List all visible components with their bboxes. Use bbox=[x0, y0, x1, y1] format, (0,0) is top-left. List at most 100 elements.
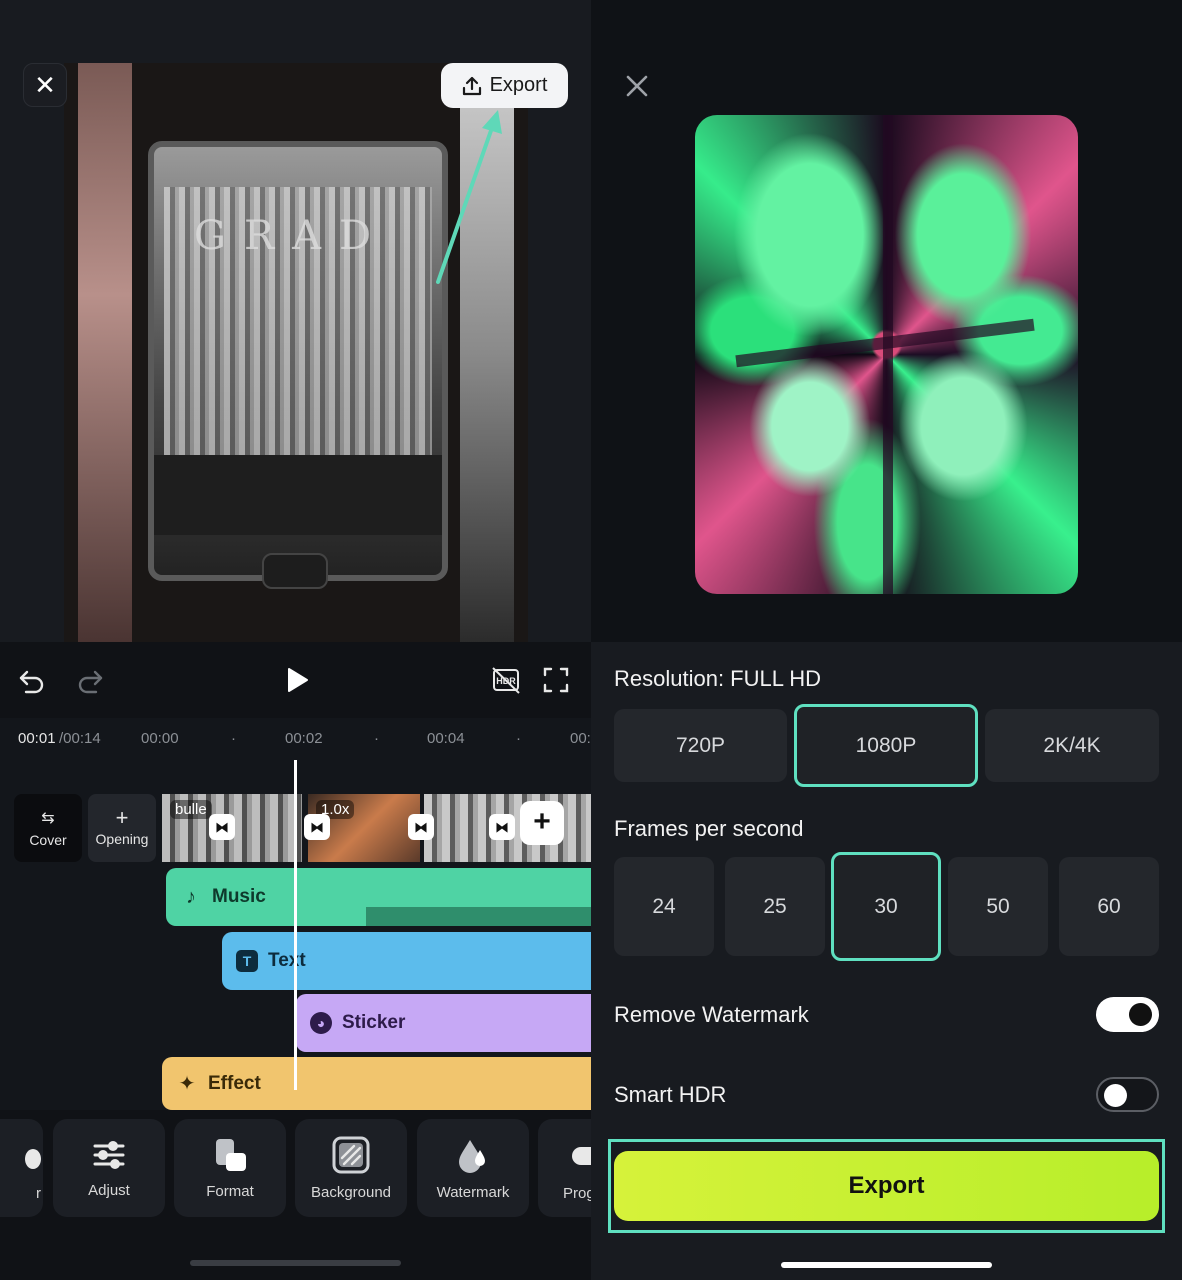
music-track[interactable]: ♪ Music bbox=[166, 868, 591, 926]
background-icon bbox=[332, 1136, 370, 1173]
plus-icon: + bbox=[533, 805, 551, 838]
playhead[interactable] bbox=[294, 760, 297, 1090]
preview-photo-frame: GRAD bbox=[148, 141, 448, 581]
tool-partial-label: r bbox=[36, 1185, 41, 1202]
export-options: Resolution: FULL HD 720P 1080P 2K/4K Fra… bbox=[591, 642, 1182, 1280]
sliders-icon bbox=[93, 1140, 125, 1169]
music-waveform bbox=[366, 894, 591, 926]
plus-icon: + bbox=[115, 805, 129, 830]
resolution-option-2k4k[interactable]: 2K/4K bbox=[985, 709, 1159, 782]
effect-track[interactable]: ✦ Effect bbox=[162, 1057, 591, 1110]
fps-option-24[interactable]: 24 bbox=[614, 857, 714, 956]
tool-adjust[interactable]: Adjust bbox=[53, 1119, 165, 1217]
tool-partial-icon bbox=[25, 1149, 41, 1169]
toggle-icon bbox=[572, 1147, 591, 1165]
fps-option-30[interactable]: 30 bbox=[831, 852, 941, 961]
thumbnail-detail bbox=[883, 115, 893, 594]
tool-background[interactable]: Background bbox=[295, 1119, 407, 1217]
effect-icon: ✦ bbox=[178, 1073, 196, 1095]
timeline-ruler: 00:01 /00:14 00:00 · 00:02 · 00:04 · 00: bbox=[0, 728, 591, 750]
tool-progress[interactable]: Prog bbox=[538, 1119, 591, 1217]
sticker-track-label: Sticker bbox=[342, 1012, 406, 1033]
format-icon bbox=[216, 1138, 246, 1171]
ruler-tick: 00:02 bbox=[285, 730, 323, 747]
playback-controls: HDR bbox=[0, 642, 591, 718]
tool-format[interactable]: Format bbox=[174, 1119, 286, 1217]
ruler-tick: 00:04 bbox=[427, 730, 465, 747]
sticker-icon: ◕ bbox=[310, 1012, 332, 1034]
pointer-arrow-icon bbox=[436, 110, 502, 284]
fps-option-25[interactable]: 25 bbox=[725, 857, 825, 956]
ruler-dot: · bbox=[374, 730, 379, 747]
fps-label: Frames per second bbox=[614, 816, 804, 841]
close-icon: ✕ bbox=[34, 70, 56, 100]
cover-button[interactable]: ⇆ Cover bbox=[14, 794, 82, 862]
tool-adjust-label: Adjust bbox=[88, 1181, 130, 1199]
home-indicator bbox=[190, 1260, 401, 1266]
preview-frame-tab bbox=[262, 553, 328, 589]
video-preview-area: GRAD ✕ Export bbox=[0, 0, 591, 643]
preview-table bbox=[154, 455, 442, 535]
export-preview-area bbox=[591, 0, 1182, 642]
transition-icon[interactable]: ⧓ bbox=[209, 814, 235, 840]
opening-label: Opening bbox=[95, 831, 149, 847]
export-screen: Resolution: FULL HD 720P 1080P 2K/4K Fra… bbox=[591, 0, 1182, 1280]
clip-speed-tag: bulle bbox=[170, 800, 212, 819]
smart-hdr-label: Smart HDR bbox=[614, 1082, 727, 1107]
sticker-track[interactable]: ◕ Sticker bbox=[296, 994, 591, 1052]
music-track-label: Music bbox=[212, 886, 266, 907]
resolution-label: Resolution: FULL HD bbox=[614, 666, 822, 691]
preview-banner-text: GRAD bbox=[194, 213, 390, 259]
tool-background-label: Background bbox=[310, 1183, 392, 1201]
undo-icon[interactable] bbox=[18, 666, 46, 694]
swap-icon: ⇆ bbox=[41, 810, 55, 827]
fps-option-60[interactable]: 60 bbox=[1059, 857, 1159, 956]
current-time: 00:01 bbox=[18, 730, 56, 747]
tool-watermark[interactable]: Watermark bbox=[417, 1119, 529, 1217]
text-track[interactable]: T Text bbox=[222, 932, 591, 990]
close-button[interactable]: ✕ bbox=[23, 63, 67, 107]
effect-track-label: Effect bbox=[208, 1072, 261, 1094]
fullscreen-icon[interactable] bbox=[542, 666, 570, 694]
tool-partial[interactable]: r bbox=[0, 1119, 43, 1217]
preview-left-strip bbox=[78, 63, 132, 643]
play-icon[interactable] bbox=[283, 666, 311, 694]
remove-watermark-toggle[interactable] bbox=[1096, 997, 1159, 1032]
resolution-option-1080p[interactable]: 1080P bbox=[794, 704, 978, 787]
upload-icon bbox=[462, 76, 481, 95]
opening-button[interactable]: + Opening bbox=[88, 794, 156, 862]
transition-icon[interactable]: ⧓ bbox=[408, 814, 434, 840]
transition-icon[interactable]: ⧓ bbox=[304, 814, 330, 840]
text-track-label: Text bbox=[268, 950, 306, 971]
tool-progress-label: Prog bbox=[563, 1185, 591, 1202]
export-confirm-button[interactable]: Export bbox=[614, 1151, 1159, 1221]
music-note-icon: ♪ bbox=[186, 885, 196, 908]
hdr-off-icon[interactable]: HDR bbox=[490, 664, 522, 696]
app-root: GRAD ✕ Export 00:01 /00:14 00:00 · 00:02… bbox=[0, 0, 1182, 1280]
tool-format-label: Format bbox=[206, 1182, 254, 1200]
toggle-knob bbox=[1129, 1003, 1152, 1026]
text-icon: T bbox=[236, 950, 258, 972]
watermark-drop-icon bbox=[459, 1139, 485, 1173]
home-indicator bbox=[781, 1262, 992, 1268]
timeline: 00:01 /00:14 00:00 · 00:02 · 00:04 · 00:… bbox=[0, 718, 591, 1110]
export-thumbnail bbox=[695, 115, 1078, 594]
ruler-tick: 00: bbox=[570, 730, 591, 747]
fps-option-50[interactable]: 50 bbox=[948, 857, 1048, 956]
export-button-label: Export bbox=[489, 74, 548, 96]
ruler-dot: · bbox=[231, 730, 236, 747]
resolution-option-720p[interactable]: 720P bbox=[614, 709, 787, 782]
add-clip-button[interactable]: + bbox=[520, 801, 564, 845]
smart-hdr-toggle[interactable] bbox=[1096, 1077, 1159, 1112]
editor-screen: GRAD ✕ Export 00:01 /00:14 00:00 · 00:02… bbox=[0, 0, 591, 1280]
redo-icon[interactable] bbox=[76, 666, 104, 694]
ruler-tick: 00:00 bbox=[141, 730, 179, 747]
transition-icon[interactable]: ⧓ bbox=[489, 814, 515, 840]
tool-watermark-label: Watermark bbox=[436, 1183, 510, 1201]
cover-label: Cover bbox=[29, 832, 67, 848]
toggle-knob bbox=[1104, 1084, 1127, 1107]
ruler-dot: · bbox=[516, 730, 521, 747]
close-icon[interactable] bbox=[625, 74, 649, 98]
total-time: /00:14 bbox=[59, 730, 101, 747]
bottom-toolbar: r Adjust Format Background Watermark Pro… bbox=[0, 1110, 591, 1280]
